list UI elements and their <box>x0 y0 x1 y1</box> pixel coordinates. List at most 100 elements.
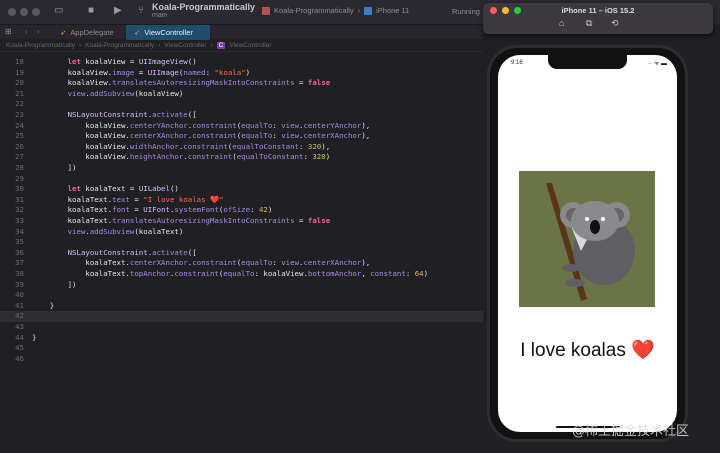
line-number: 44 <box>15 332 24 342</box>
code-token: centerXAnchor <box>303 258 362 268</box>
code-token: centerXAnchor <box>129 131 188 141</box>
code-line[interactable]: 19 koalaView.image = UIImage(named: "koal… <box>0 68 483 79</box>
code-line[interactable]: 26 koalaView.widthAnchor.constraint(equal… <box>0 142 483 153</box>
breadcrumb-item[interactable]: Koala-Programmatically <box>85 42 154 49</box>
line-number: 28 <box>15 163 24 172</box>
code-token: centerYAnchor <box>129 120 188 130</box>
scheme-selector[interactable]: Koala-Programmatically › iPhone 11 <box>262 6 409 15</box>
back-icon[interactable]: ‹ <box>25 27 28 36</box>
code-line[interactable]: 22 <box>0 99 483 110</box>
breadcrumb-item[interactable]: ViewController <box>229 42 271 49</box>
breadcrumb-item[interactable]: ViewController <box>164 42 206 49</box>
close-button[interactable] <box>8 8 16 16</box>
code-token: koalaText. <box>67 194 113 204</box>
code-token: let <box>67 57 86 66</box>
line-number: 43 <box>15 322 24 331</box>
code-line[interactable]: 46 <box>0 354 483 365</box>
grid-icon[interactable]: ⊞ <box>5 27 12 36</box>
code-token: NSLayoutConstraint <box>67 247 148 257</box>
code-line[interactable]: 18 let koalaView = UIImageView() <box>0 57 483 68</box>
code-token: ofSize <box>223 205 251 215</box>
chevron-right-icon: › <box>210 42 213 49</box>
home-icon[interactable]: ⌂ <box>559 18 564 28</box>
code-token: 42 <box>258 205 268 215</box>
code-line[interactable]: 44} <box>0 333 483 344</box>
breadcrumb-item[interactable]: Koala-Programmatically <box>6 42 75 49</box>
code-line[interactable]: 43 <box>0 322 483 333</box>
code-token: let <box>67 184 86 194</box>
app-icon <box>262 6 270 15</box>
code-line[interactable]: 41} <box>0 301 483 312</box>
code-line[interactable]: 35 <box>0 237 483 248</box>
tab-viewcontroller[interactable]: ➶ ViewController <box>126 25 210 40</box>
code-token: : <box>272 131 282 141</box>
code-line[interactable]: 27 koalaView.heightAnchor.constraint(equa… <box>0 152 483 163</box>
code-token: (koalaText) <box>134 226 184 236</box>
code-line[interactable]: 21 view.addSubview(koalaView) <box>0 89 483 100</box>
minimize-button[interactable] <box>20 8 28 16</box>
code-token: UIImageView <box>138 57 188 66</box>
line-number: 23 <box>15 110 24 119</box>
code-text: NSLayoutConstraint.activate([ <box>68 110 197 121</box>
code-token: , <box>361 269 371 278</box>
code-token: centerXAnchor <box>303 131 362 141</box>
sidebar-toggle-icon[interactable]: ▭ <box>54 5 63 16</box>
code-text: koalaText.text = "I love koalas ❤️" <box>68 195 224 206</box>
code-token: 320 <box>307 141 322 151</box>
rotate-icon[interactable]: ⟲ <box>611 18 619 29</box>
code-line[interactable]: 20 koalaView.translatesAutoresizingMaskIn… <box>0 78 483 89</box>
code-line[interactable]: 39]) <box>0 280 483 291</box>
code-line[interactable]: 29 <box>0 174 483 185</box>
code-token: koalaText = <box>85 184 139 194</box>
line-number: 34 <box>15 226 24 236</box>
code-token: UIImage <box>147 67 179 77</box>
code-line[interactable]: 28]) <box>0 163 483 174</box>
code-token: constraint <box>192 131 237 141</box>
code-line[interactable]: 23 NSLayoutConstraint.activate([ <box>0 110 483 121</box>
code-text: view.addSubview(koalaView) <box>68 89 184 100</box>
code-line[interactable]: 45 <box>0 343 483 354</box>
code-line[interactable]: 33 koalaText.translatesAutoresizingMaskIn… <box>0 216 483 227</box>
swift-icon: ➶ <box>60 28 67 37</box>
status-text: Running <box>452 7 480 16</box>
code-line[interactable]: 34 view.addSubview(koalaText) <box>0 227 483 238</box>
code-line[interactable]: 25 koalaView.centerXAnchor.constraint(equ… <box>0 131 483 142</box>
code-line[interactable]: 38 koalaText.topAnchor.constraint(equalTo… <box>0 269 483 280</box>
tab-appdelegate[interactable]: ➶ AppDelegate <box>52 25 126 40</box>
code-token: koalaView. <box>85 141 130 151</box>
stop-icon[interactable]: ■ <box>88 5 94 16</box>
code-token: } <box>49 300 55 310</box>
code-line[interactable]: 37 koalaText.centerXAnchor.constraint(equ… <box>0 258 483 269</box>
code-line[interactable]: 30 let koalaText = UILabel() <box>0 184 483 195</box>
code-line[interactable]: 42 <box>0 311 483 322</box>
branch-icon: ⑂ <box>138 5 144 16</box>
code-line[interactable]: 32 koalaText.font = UIFont.systemFont(ofS… <box>0 205 483 216</box>
line-number: 38 <box>15 269 24 278</box>
line-number: 21 <box>15 88 24 98</box>
code-line[interactable]: 36 NSLayoutConstraint.activate([ <box>0 248 483 259</box>
forward-icon[interactable]: › <box>37 27 40 36</box>
code-token: ) <box>423 269 429 278</box>
branch-name: main <box>152 12 168 19</box>
code-editor[interactable]: 18 let koalaView = UIImageView() 19 koalaVi… <box>0 53 483 453</box>
simulator-titlebar: iPhone 11 – iOS 15.2 ⌂ ⧉ ⟲ <box>483 3 713 34</box>
scheme-name: Koala-Programmatically <box>274 6 354 15</box>
code-text: } <box>50 301 54 312</box>
run-icon[interactable]: ▶ <box>114 5 122 16</box>
code-text: koalaText.translatesAutoresizingMaskInto… <box>68 216 331 227</box>
code-token: centerXAnchor <box>129 258 188 268</box>
code-line[interactable]: 24 koalaView.centerYAnchor.constraint(equ… <box>0 121 483 132</box>
code-token: () <box>187 57 197 66</box>
code-token: (koalaView) <box>134 88 184 98</box>
code-token: activate <box>152 247 188 257</box>
zoom-button[interactable] <box>32 8 40 16</box>
screenshot-icon[interactable]: ⧉ <box>586 18 592 29</box>
code-token: ) <box>245 67 251 77</box>
breadcrumb: Koala-Programmatically › Koala-Programmat… <box>0 40 483 52</box>
code-line[interactable]: 31 koalaText.text = "I love koalas ❤️" <box>0 195 483 206</box>
line-number: 31 <box>15 194 24 204</box>
code-token: centerYAnchor <box>303 120 362 130</box>
tab-label: AppDelegate <box>70 28 114 37</box>
code-token: equalTo <box>241 120 273 130</box>
code-line[interactable]: 40 <box>0 290 483 301</box>
